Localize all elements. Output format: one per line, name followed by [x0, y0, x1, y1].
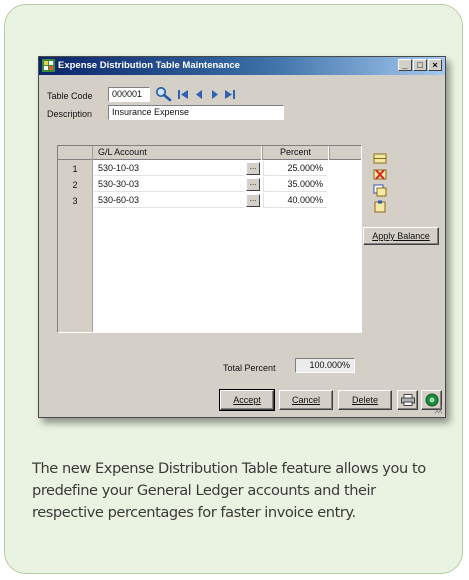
accept-button[interactable]: Accept [219, 389, 275, 411]
total-percent-field: 100.000% [295, 358, 355, 373]
description-label: Description [47, 109, 93, 119]
table-row[interactable]: 3 530-60-03 ... 40.000% [58, 193, 361, 209]
cancel-button[interactable]: Cancel [279, 390, 333, 410]
print-button[interactable] [397, 390, 418, 410]
grid-corner [58, 146, 92, 160]
window-title: Expense Distribution Table Maintenance [58, 60, 240, 71]
total-percent-label: Total Percent [223, 363, 276, 373]
last-record-icon[interactable] [224, 89, 236, 102]
app-window: Expense Distribution Table Maintenance _… [38, 56, 446, 418]
gl-account-cell[interactable]: 530-30-03 [94, 177, 244, 192]
percent-cell[interactable]: 25.000% [263, 161, 327, 176]
feature-card: Expense Distribution Table Maintenance _… [4, 4, 463, 574]
row-number: 2 [72, 180, 78, 190]
table-code-field[interactable]: 000001 [108, 87, 150, 102]
maximize-button[interactable]: □ [413, 59, 427, 71]
paste-row-icon[interactable] [373, 200, 387, 213]
previous-record-icon[interactable] [194, 89, 204, 102]
description-field[interactable]: Insurance Expense [108, 105, 284, 120]
account-lookup-button[interactable]: ... [246, 162, 260, 175]
percent-column-header[interactable]: Percent [262, 146, 328, 160]
percent-cell[interactable]: 40.000% [263, 193, 327, 208]
delete-row-icon[interactable] [373, 168, 387, 181]
delete-button[interactable]: Delete [338, 390, 392, 410]
gl-account-cell[interactable]: 530-60-03 [94, 193, 244, 208]
apply-balance-button[interactable]: Apply Balance [363, 227, 439, 245]
app-icon [42, 59, 55, 72]
feature-caption: The new Expense Distribution Table featu… [32, 460, 426, 521]
gl-account-column-header[interactable]: G/L Account [93, 146, 261, 160]
copy-row-icon[interactable] [373, 184, 387, 197]
minimize-button[interactable]: _ [398, 59, 412, 71]
close-button[interactable]: × [428, 59, 442, 71]
next-record-icon[interactable] [210, 89, 220, 102]
lookup-icon[interactable] [155, 86, 173, 104]
gl-account-cell[interactable]: 530-10-03 [94, 161, 244, 176]
printer-icon [400, 394, 415, 408]
row-number: 3 [72, 196, 78, 206]
table-code-label: Table Code [47, 91, 93, 101]
first-record-icon[interactable] [177, 89, 189, 102]
account-lookup-button[interactable]: ... [246, 194, 260, 207]
title-bar[interactable]: Expense Distribution Table Maintenance _… [39, 57, 445, 75]
table-row[interactable]: 1 530-10-03 ... 25.000% [58, 161, 361, 177]
row-number: 1 [72, 164, 78, 174]
table-row[interactable]: 2 530-30-03 ... 35.000% [58, 177, 361, 193]
insert-row-icon[interactable] [373, 152, 387, 165]
account-lookup-button[interactable]: ... [246, 178, 260, 191]
distribution-grid: G/L Account Percent 1 530-10-03 ... 25.0… [57, 145, 362, 333]
resize-grip-icon[interactable] [433, 404, 443, 416]
percent-cell[interactable]: 35.000% [263, 177, 327, 192]
grid-scroll-header [329, 146, 361, 160]
